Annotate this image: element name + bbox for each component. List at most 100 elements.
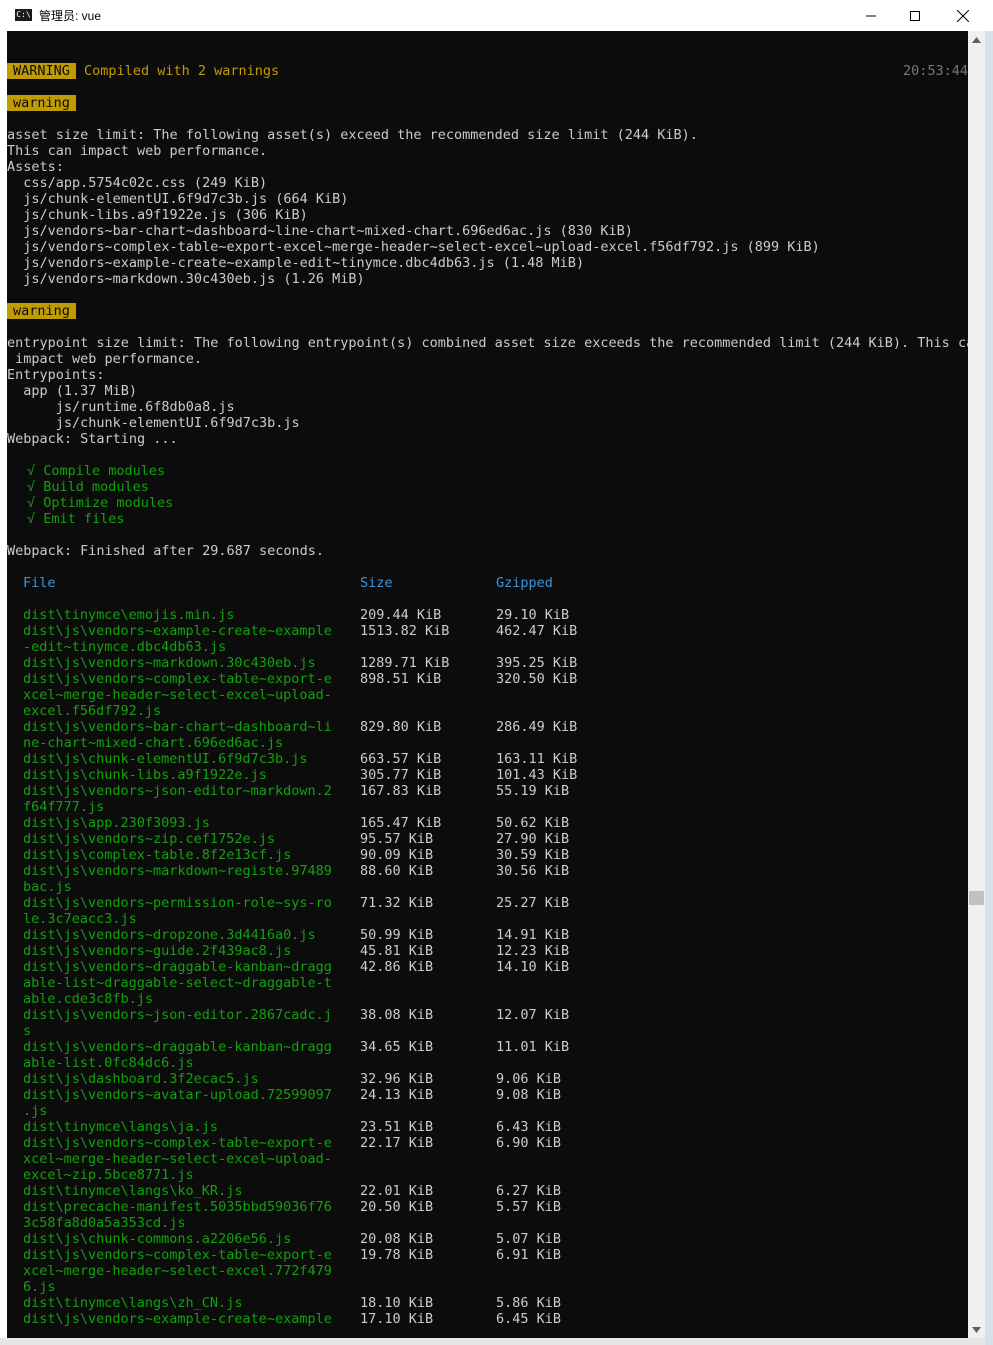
table-cell-file: excel~zip.5bce8771.js bbox=[23, 1167, 194, 1183]
table-cell-size: 20.08 KiB bbox=[360, 1231, 434, 1247]
table-cell-file: dist\js\vendors~complex-table~export-e bbox=[23, 671, 332, 687]
table-cell-gzipped: 6.43 KiB bbox=[496, 1119, 562, 1135]
table-header-file: File bbox=[23, 575, 56, 591]
table-cell-size: 24.13 KiB bbox=[360, 1087, 434, 1103]
table-cell-file: dist\js\vendors~json-editor~markdown.2 bbox=[23, 783, 332, 799]
table-cell-file: -edit~tinymce.dbc4db63.js bbox=[23, 639, 227, 655]
warning-1-line: js/vendors~markdown.30c430eb.js (1.26 Mi… bbox=[7, 271, 365, 287]
table-cell-gzipped: 30.59 KiB bbox=[496, 847, 570, 863]
console-output[interactable]: WARNING Compiled with 2 warnings 20:53:4… bbox=[7, 31, 968, 1338]
build-step: √ Build modules bbox=[27, 479, 149, 495]
table-cell-gzipped: 5.86 KiB bbox=[496, 1295, 562, 1311]
warning-1-line: js/vendors~bar-chart~dashboard~line-char… bbox=[7, 223, 633, 239]
table-cell-gzipped: 6.27 KiB bbox=[496, 1183, 562, 1199]
compile-status: Compiled with 2 warnings bbox=[84, 63, 280, 79]
table-cell-size: 165.47 KiB bbox=[360, 815, 442, 831]
table-cell-size: 23.51 KiB bbox=[360, 1119, 434, 1135]
table-cell-size: 898.51 KiB bbox=[360, 671, 442, 687]
warning-badge: WARNING bbox=[7, 63, 76, 79]
chevron-up-icon bbox=[972, 36, 981, 43]
window-bottom-edge bbox=[0, 1338, 985, 1345]
vertical-scrollbar[interactable] bbox=[968, 31, 985, 1338]
warning-1-line: asset size limit: The following asset(s)… bbox=[7, 127, 698, 143]
table-cell-file: excel.f56df792.js bbox=[23, 703, 162, 719]
table-cell-file: f64f777.js bbox=[23, 799, 105, 815]
table-cell-gzipped: 30.56 KiB bbox=[496, 863, 570, 879]
table-cell-file: dist\tinymce\emojis.min.js bbox=[23, 607, 235, 623]
table-cell-file: dist\js\vendors~complex-table~export-e bbox=[23, 1247, 332, 1263]
build-step-label: Compile modules bbox=[43, 463, 166, 479]
table-cell-gzipped: 11.01 KiB bbox=[496, 1039, 570, 1055]
warning-1-tag-line: warning bbox=[7, 95, 76, 111]
checkmark-icon: √ bbox=[27, 511, 44, 527]
table-cell-size: 1289.71 KiB bbox=[360, 655, 450, 671]
table-cell-file: able-list.0fc84dc6.js bbox=[23, 1055, 194, 1071]
warning-1-line: This can impact web performance. bbox=[7, 143, 268, 159]
table-cell-file: dist\tinymce\langs\zh_CN.js bbox=[23, 1295, 243, 1311]
table-cell-file: dist\js\complex-table.8f2e13cf.js bbox=[23, 847, 292, 863]
checkmark-icon: √ bbox=[27, 495, 44, 511]
close-button[interactable] bbox=[940, 0, 986, 31]
checkmark-icon: √ bbox=[27, 463, 44, 479]
table-cell-gzipped: 25.27 KiB bbox=[496, 895, 570, 911]
table-cell-size: 209.44 KiB bbox=[360, 607, 442, 623]
warning-1-line: js/vendors~example-create~example-edit~t… bbox=[7, 255, 585, 271]
table-cell-file: xcel~merge-header~select-excel~upload- bbox=[23, 687, 332, 703]
table-cell-gzipped: 55.19 KiB bbox=[496, 783, 570, 799]
table-cell-gzipped: 6.90 KiB bbox=[496, 1135, 562, 1151]
minimize-icon bbox=[866, 15, 876, 16]
desktop-edge bbox=[985, 31, 993, 1345]
build-step: √ Compile modules bbox=[27, 463, 165, 479]
table-cell-gzipped: 5.57 KiB bbox=[496, 1199, 562, 1215]
table-cell-file: dist\js\vendors~zip.cef1752e.js bbox=[23, 831, 275, 847]
warning-2-line: Webpack: Starting ... bbox=[7, 431, 178, 447]
table-cell-size: 829.80 KiB bbox=[360, 719, 442, 735]
table-cell-gzipped: 27.90 KiB bbox=[496, 831, 570, 847]
table-cell-size: 305.77 KiB bbox=[360, 767, 442, 783]
table-cell-gzipped: 101.43 KiB bbox=[496, 767, 578, 783]
close-icon bbox=[957, 9, 969, 22]
table-cell-gzipped: 462.47 KiB bbox=[496, 623, 578, 639]
table-cell-gzipped: 6.45 KiB bbox=[496, 1311, 562, 1327]
warning-2-line: js/runtime.6f8db0a8.js bbox=[7, 399, 235, 415]
table-cell-size: 45.81 KiB bbox=[360, 943, 434, 959]
table-cell-file: dist\js\vendors~example-create~example bbox=[23, 623, 332, 639]
table-cell-file: dist\precache-manifest.5035bbd59036f76 bbox=[23, 1199, 332, 1215]
table-cell-size: 19.78 KiB bbox=[360, 1247, 434, 1263]
table-cell-gzipped: 29.10 KiB bbox=[496, 607, 570, 623]
maximize-button[interactable] bbox=[892, 0, 938, 31]
warning-2-tag-line: warning bbox=[7, 303, 76, 319]
table-cell-size: 42.86 KiB bbox=[360, 959, 434, 975]
warning-tag: warning bbox=[7, 95, 76, 111]
table-cell-size: 71.32 KiB bbox=[360, 895, 434, 911]
table-cell-file: 6.js bbox=[23, 1279, 56, 1295]
table-cell-size: 167.83 KiB bbox=[360, 783, 442, 799]
table-cell-file: ne-chart~mixed-chart.696ed6ac.js bbox=[23, 735, 284, 751]
table-cell-gzipped: 320.50 KiB bbox=[496, 671, 578, 687]
scrollbar-thumb[interactable] bbox=[969, 891, 984, 905]
table-cell-file: dist\js\vendors~complex-table~export-e bbox=[23, 1135, 332, 1151]
scroll-up-button[interactable] bbox=[968, 31, 985, 48]
maximize-icon bbox=[910, 10, 920, 21]
table-cell-size: 32.96 KiB bbox=[360, 1071, 434, 1087]
table-cell-gzipped: 9.08 KiB bbox=[496, 1087, 562, 1103]
scroll-down-button[interactable] bbox=[968, 1321, 985, 1338]
minimize-button[interactable] bbox=[848, 0, 894, 31]
warning-1-line: js/chunk-elementUI.6f9d7c3b.js (664 KiB) bbox=[7, 191, 349, 207]
table-cell-size: 20.50 KiB bbox=[360, 1199, 434, 1215]
table-cell-gzipped: 14.10 KiB bbox=[496, 959, 570, 975]
table-cell-file: dist\js\vendors~avatar-upload.72599097 bbox=[23, 1087, 332, 1103]
warning-1-line: js/vendors~complex-table~export-excel~me… bbox=[7, 239, 820, 255]
table-cell-file: able-list~draggable-select~draggable-t bbox=[23, 975, 332, 991]
table-cell-size: 1513.82 KiB bbox=[360, 623, 450, 639]
table-cell-size: 22.01 KiB bbox=[360, 1183, 434, 1199]
table-cell-size: 34.65 KiB bbox=[360, 1039, 434, 1055]
warning-1-line: js/chunk-libs.a9f1922e.js (306 KiB) bbox=[7, 207, 308, 223]
table-cell-file: xcel~merge-header~select-excel.772f479 bbox=[23, 1263, 332, 1279]
table-cell-gzipped: 5.07 KiB bbox=[496, 1231, 562, 1247]
table-cell-file: .js bbox=[23, 1103, 48, 1119]
table-cell-size: 38.08 KiB bbox=[360, 1007, 434, 1023]
table-cell-gzipped: 9.06 KiB bbox=[496, 1071, 562, 1087]
table-cell-file: bac.js bbox=[23, 879, 72, 895]
table-cell-size: 17.10 KiB bbox=[360, 1311, 434, 1327]
